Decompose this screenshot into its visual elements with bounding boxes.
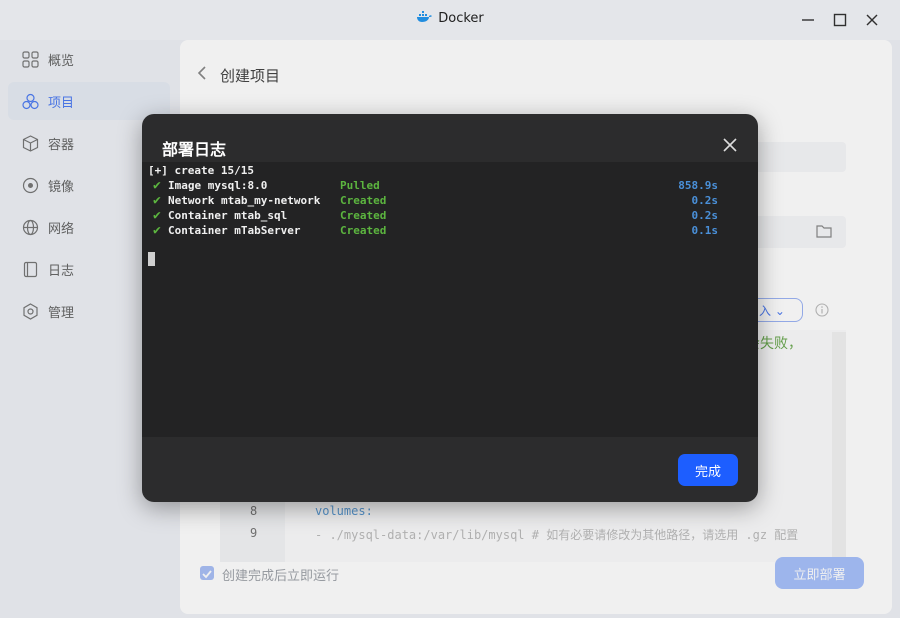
check-icon: ✔ (153, 223, 161, 238)
log-item-status: Pulled (340, 179, 380, 192)
deploy-log-dialog: 部署日志 [+] create 15/15 ✔ Image mysql:8.0 … (142, 114, 758, 502)
done-button[interactable]: 完成 (678, 454, 738, 486)
terminal-cursor (148, 252, 155, 266)
log-row: ✔ Container mtab_sql Created 0.2s (142, 209, 758, 224)
check-icon: ✔ (153, 193, 161, 208)
check-icon: ✔ (153, 208, 161, 223)
log-row: ✔ Container mTabServer Created 0.1s (142, 224, 758, 239)
log-terminal[interactable]: [+] create 15/15 ✔ Image mysql:8.0 Pulle… (142, 162, 758, 437)
log-item-name: Container mtab_sql (168, 209, 288, 222)
log-item-time: 0.2s (691, 194, 719, 207)
log-row: ✔ Image mysql:8.0 Pulled 858.9s (142, 179, 758, 194)
log-item-name: Network mtab_my-network (168, 194, 321, 207)
log-item-time: 858.9s (678, 179, 718, 192)
log-item-status: Created (340, 194, 387, 207)
log-row: ✔ Network mtab_my-network Created 0.2s (142, 194, 758, 209)
log-item-time: 0.2s (691, 209, 719, 222)
log-item-status: Created (340, 209, 387, 222)
dialog-title: 部署日志 (162, 140, 227, 159)
log-header: [+] create 15/15 (148, 164, 254, 177)
log-item-time: 0.1s (691, 224, 719, 237)
close-icon[interactable] (722, 137, 738, 153)
check-icon: ✔ (153, 178, 161, 193)
log-item-name: Image mysql:8.0 (168, 179, 268, 192)
log-item-status: Created (340, 224, 387, 237)
log-item-name: Container mTabServer (168, 224, 301, 237)
